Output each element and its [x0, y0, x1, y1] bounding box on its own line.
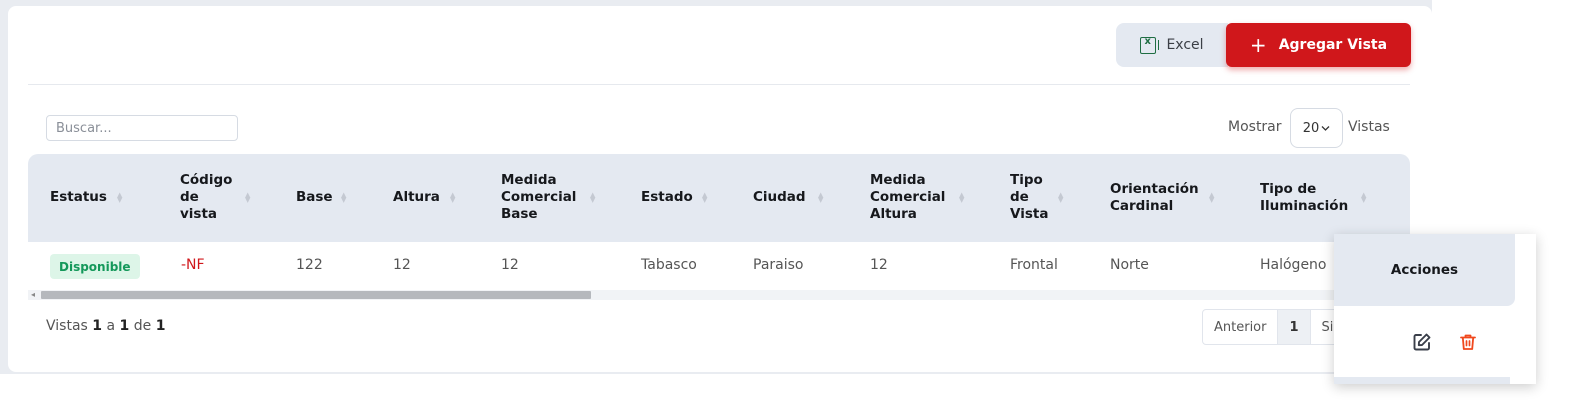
cell-estado: Tabasco	[641, 257, 697, 273]
column-header-ciudad[interactable]: Ciudad	[753, 189, 806, 206]
page-background-bottom	[0, 374, 1432, 416]
sort-icon: ▲▼	[1058, 191, 1064, 204]
table-header	[28, 154, 1410, 242]
excel-button-label: Excel	[1166, 37, 1204, 53]
cell-base: 122	[296, 257, 323, 273]
show-entries-value: 20	[1302, 120, 1320, 136]
cell-tipo-de-iluminacion: Halógeno	[1260, 257, 1327, 273]
add-view-button-label: Agregar Vista	[1278, 37, 1388, 53]
cell-orientacion-cardinal: Norte	[1110, 257, 1149, 273]
add-view-button[interactable]: + Agregar Vista	[1226, 23, 1411, 67]
cell-medida-comercial-altura: 12	[870, 257, 888, 273]
show-entries-suffix: Vistas	[1348, 119, 1390, 135]
pagination-previous[interactable]: Anterior	[1203, 310, 1279, 344]
edit-icon	[1413, 333, 1431, 351]
table-info: Vistas 1 a 1 de 1	[46, 318, 166, 334]
trash-icon	[1460, 334, 1476, 350]
column-header-orientacion-cardinal[interactable]: Orientación Cardinal	[1110, 181, 1199, 215]
search-input[interactable]	[46, 115, 238, 141]
excel-export-button[interactable]: Excel	[1116, 23, 1228, 67]
cell-medida-comercial-base: 12	[501, 257, 519, 273]
sort-icon: ▲▼	[959, 191, 965, 204]
column-header-medida-comercial-base[interactable]: Medida Comercial Base	[501, 172, 576, 223]
sort-icon: ▲▼	[117, 191, 123, 204]
scroll-left-arrow-icon[interactable]: ◂	[31, 290, 35, 300]
sort-icon: ▲▼	[590, 191, 596, 204]
delete-button[interactable]	[1456, 330, 1480, 354]
column-header-estado[interactable]: Estado	[641, 189, 693, 206]
column-header-tipo-de-iluminacion[interactable]: Tipo de Iluminación	[1260, 181, 1348, 215]
cell-codigo: -NF	[181, 257, 205, 273]
horizontal-scrollbar-thumb[interactable]	[41, 291, 591, 299]
sort-icon: ▲▼	[818, 191, 824, 204]
pagination-page-1[interactable]: 1	[1278, 310, 1311, 344]
actions-column-footer	[1334, 377, 1510, 384]
sort-icon: ▲▼	[450, 191, 456, 204]
cell-altura: 12	[393, 257, 411, 273]
column-header-altura[interactable]: Altura	[393, 189, 440, 206]
show-entries-label: Mostrar	[1228, 119, 1282, 135]
column-header-base[interactable]: Base	[296, 189, 333, 206]
pagination: Anterior 1 Si	[1202, 309, 1346, 345]
column-header-acciones: Acciones	[1334, 234, 1515, 306]
show-entries-select[interactable]: 20	[1290, 108, 1343, 148]
edit-button[interactable]	[1410, 330, 1434, 354]
cell-ciudad: Paraiso	[753, 257, 804, 273]
column-header-estatus[interactable]: Estatus	[50, 189, 107, 206]
sort-icon: ▲▼	[1209, 191, 1215, 204]
sort-icon: ▲▼	[702, 191, 708, 204]
column-header-codigo[interactable]: Código de vista	[180, 172, 232, 223]
excel-icon	[1140, 36, 1160, 54]
actions-column-panel: Acciones	[1334, 234, 1536, 384]
cell-tipo-de-vista: Frontal	[1010, 257, 1058, 273]
sort-icon: ▲▼	[341, 191, 347, 204]
column-header-medida-comercial-altura[interactable]: Medida Comercial Altura	[870, 172, 945, 223]
sort-icon: ▲▼	[245, 191, 251, 204]
sort-icon: ▲▼	[1361, 191, 1367, 204]
status-badge: Disponible	[50, 254, 140, 279]
column-header-tipo-de-vista[interactable]: Tipo de Vista	[1010, 172, 1048, 223]
plus-icon: +	[1249, 33, 1267, 57]
toolbar-divider	[28, 84, 1410, 85]
chevron-down-icon	[1321, 125, 1330, 131]
